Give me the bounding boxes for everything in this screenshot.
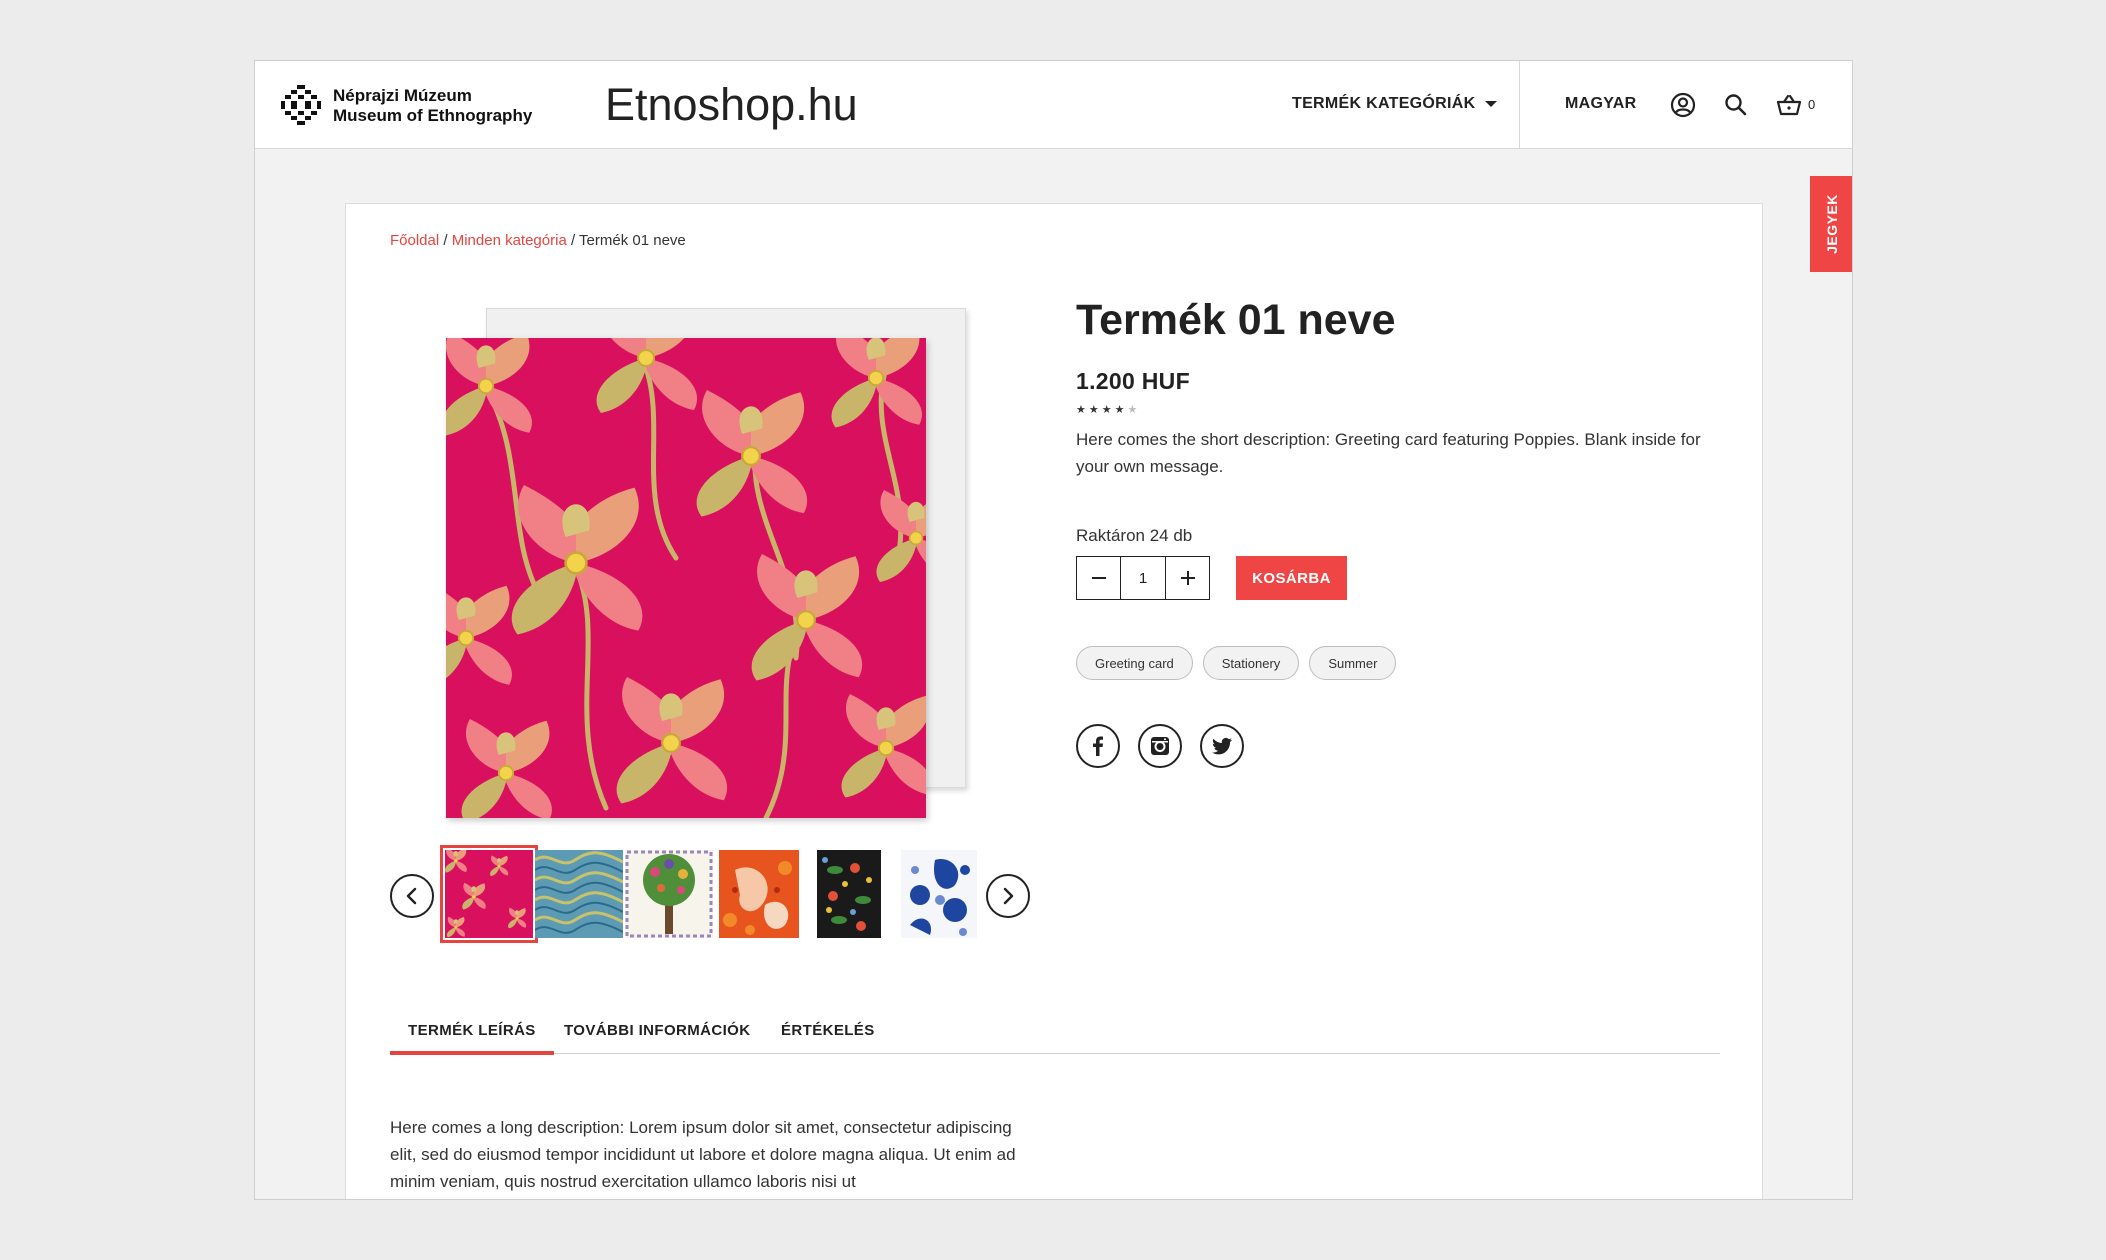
- browser-frame: Néprajzi Múzeum Museum of Ethnography Et…: [254, 60, 1853, 1200]
- thumbnail-tree-of-life[interactable]: [625, 850, 713, 938]
- tag-summer[interactable]: Summer: [1309, 646, 1397, 680]
- site-title[interactable]: Etnoshop.hu: [605, 79, 858, 131]
- chevron-left-icon: [406, 887, 417, 905]
- carousel-prev-button[interactable]: [390, 874, 434, 918]
- product-price: 1.200 HUF: [1076, 368, 1190, 394]
- chevron-right-icon: [1003, 887, 1014, 905]
- star-icon: ★: [1076, 404, 1089, 416]
- product-long-description: Here comes a long description: Lorem ips…: [390, 1118, 1016, 1191]
- breadcrumb-current: Termék 01 neve: [579, 232, 686, 249]
- account-icon[interactable]: [1669, 91, 1697, 119]
- tag-stationery[interactable]: Stationery: [1202, 646, 1300, 680]
- thumbnail-blue-white-floral[interactable]: [895, 850, 983, 938]
- twitter-icon: [1212, 737, 1232, 755]
- product-main-image[interactable]: [446, 338, 926, 818]
- quantity-stepper: [1076, 556, 1210, 600]
- breadcrumb: Főoldal / Minden kategória / Termék 01 n…: [390, 232, 686, 249]
- tag-greeting-card[interactable]: Greeting card: [1076, 646, 1193, 680]
- tab-additional-info[interactable]: TOVÁBBI INFORMÁCIÓK: [564, 1022, 751, 1054]
- product-image-gallery: [446, 308, 966, 828]
- thumbnail-orange-birds[interactable]: [715, 850, 803, 938]
- star-icon: ★: [1114, 404, 1128, 416]
- breadcrumb-separator: /: [443, 232, 452, 249]
- facebook-share-button[interactable]: [1076, 724, 1120, 768]
- star-icon: ★: [1101, 404, 1115, 416]
- thumbnail-blue-waves[interactable]: [535, 850, 623, 938]
- caret-down-icon: [1485, 101, 1498, 107]
- product-info: Termék 01 neve 1.200 HUF ★★★★★ Here come…: [1076, 294, 1716, 768]
- header-divider: [1519, 61, 1520, 149]
- tab-reviews[interactable]: ÉRTÉKELÉS: [781, 1022, 875, 1054]
- thumbnail-pink-poppies[interactable]: [440, 845, 538, 943]
- breadcrumb-home[interactable]: Főoldal: [390, 232, 439, 249]
- quantity-increase-button[interactable]: [1166, 557, 1209, 599]
- thumbnail-black-floral[interactable]: [805, 850, 893, 938]
- tickets-label: JEGYEK: [1823, 194, 1840, 254]
- product-tabs: TERMÉK LEÍRÁS TOVÁBBI INFORMÁCIÓK ÉRTÉKE…: [390, 1022, 1720, 1055]
- minus-icon: [1091, 577, 1106, 579]
- stock-status: Raktáron 24 db: [1076, 526, 1193, 545]
- product-card: Főoldal / Minden kategória / Termék 01 n…: [345, 203, 1763, 1199]
- language-switch[interactable]: MAGYAR: [1565, 95, 1636, 113]
- site-header: Néprajzi Múzeum Museum of Ethnography Et…: [255, 61, 1852, 149]
- museum-name-en: Museum of Ethnography: [333, 106, 533, 125]
- product-short-description: Here comes the short description: Greeti…: [1076, 430, 1701, 476]
- breadcrumb-separator: /: [570, 232, 580, 249]
- carousel-next-button[interactable]: [986, 874, 1030, 918]
- tickets-side-tab[interactable]: JEGYEK: [1810, 176, 1852, 272]
- product-tags: Greeting card Stationery Summer: [1076, 646, 1716, 680]
- product-title: Termék 01 neve: [1076, 296, 1396, 344]
- add-to-cart-button[interactable]: KOSÁRBA: [1236, 556, 1347, 600]
- twitter-share-button[interactable]: [1200, 724, 1244, 768]
- cart-count: 0: [1808, 97, 1816, 112]
- museum-logo-icon[interactable]: [281, 85, 321, 125]
- nav-product-categories[interactable]: TERMÉK KATEGÓRIÁK: [1292, 95, 1498, 113]
- product-rating: ★★★★★: [1076, 403, 1716, 416]
- thumbnail-carousel: [390, 845, 1030, 944]
- tab-product-description[interactable]: TERMÉK LEÍRÁS: [390, 1022, 554, 1055]
- museum-name[interactable]: Néprajzi Múzeum Museum of Ethnography: [333, 86, 532, 126]
- add-to-cart-row: KOSÁRBA: [1076, 556, 1716, 600]
- quantity-input[interactable]: [1120, 557, 1166, 599]
- star-icon: ★: [1088, 404, 1102, 416]
- museum-name-hu: Néprajzi Múzeum: [333, 86, 472, 105]
- star-empty-icon: ★: [1127, 404, 1141, 416]
- search-icon[interactable]: [1722, 91, 1750, 119]
- nav-product-categories-label: TERMÉK KATEGÓRIÁK: [1292, 95, 1476, 112]
- plus-icon: [1180, 571, 1195, 585]
- facebook-icon: [1093, 736, 1103, 756]
- instagram-share-button[interactable]: [1138, 724, 1182, 768]
- breadcrumb-category[interactable]: Minden kategória: [452, 232, 567, 249]
- quantity-decrease-button[interactable]: [1077, 557, 1120, 599]
- cart-icon[interactable]: [1775, 91, 1803, 119]
- instagram-icon: [1151, 737, 1169, 755]
- social-share: [1076, 724, 1716, 768]
